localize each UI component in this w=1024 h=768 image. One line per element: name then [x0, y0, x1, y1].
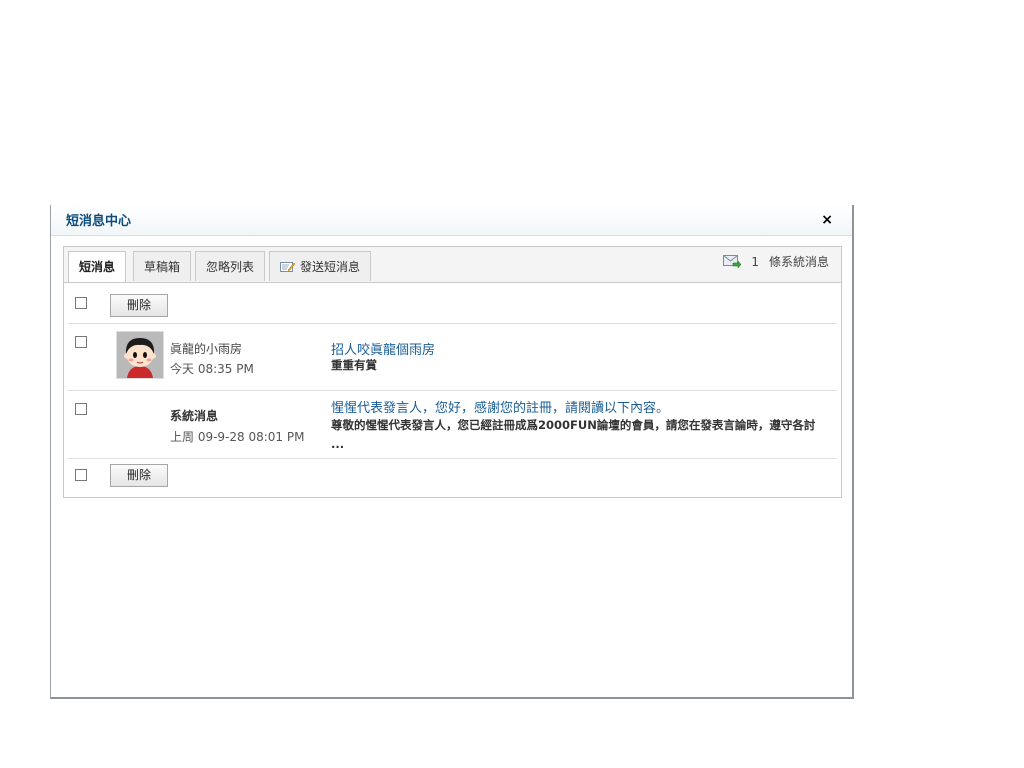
- delete-button[interactable]: 刪除: [110, 464, 168, 487]
- dialog-title: 短消息中心: [66, 214, 132, 229]
- message-row[interactable]: 眞龍的小雨房 今天 08:35 PM 招人咬眞龍個雨房 重重有賞: [64, 324, 841, 390]
- tab-label: 發送短消息: [300, 260, 361, 274]
- top-toolbar: 刪除: [64, 283, 841, 323]
- mail-icon: [723, 255, 742, 268]
- message-time: 上周 09-9-28 08:01 PM: [170, 430, 305, 444]
- delete-button[interactable]: 刪除: [110, 294, 168, 317]
- system-notice-count: 1: [751, 254, 759, 269]
- system-notice[interactable]: 1 條系統消息: [723, 253, 829, 270]
- dialog-header: 短消息中心 ×: [51, 205, 852, 236]
- system-notice-label: 條系統消息: [768, 255, 829, 269]
- avatar[interactable]: [116, 331, 164, 379]
- select-all-checkbox[interactable]: [75, 469, 87, 481]
- message-center-dialog: 短消息中心 × 短消息 草稿箱 忽略列表 發送短消息 1 條系統消息 刪除 眞龍…: [50, 205, 854, 699]
- message-panel: 短消息 草稿箱 忽略列表 發送短消息 1 條系統消息 刪除 眞龍的小雨房 今天 …: [63, 246, 842, 498]
- avatar-image: [117, 332, 163, 378]
- message-subject[interactable]: 惺惺代表發言人，您好，感謝您的註冊，請閱讀以下內容。: [331, 397, 669, 416]
- message-preview: 尊敬的惺惺代表發言人，您已經註冊成爲2000FUN論壇的會員，請您在發表言論時，…: [331, 418, 816, 451]
- message-time: 今天 08:35 PM: [170, 362, 254, 376]
- message-row[interactable]: 系統消息 上周 09-9-28 08:01 PM 惺惺代表發言人，您好，感謝您的…: [64, 391, 841, 458]
- close-button[interactable]: ×: [821, 213, 833, 227]
- message-preview: 重重有賞: [331, 358, 377, 372]
- tab-send-message[interactable]: 發送短消息: [269, 251, 372, 281]
- tab-label: 短消息: [79, 260, 116, 274]
- bottom-toolbar: 刪除: [64, 459, 841, 497]
- message-checkbox[interactable]: [75, 336, 87, 348]
- sender-name: 系統消息: [170, 409, 219, 423]
- select-all-checkbox[interactable]: [75, 297, 87, 309]
- tab-label: 草稿箱: [144, 260, 181, 274]
- tab-bar: 短消息 草稿箱 忽略列表 發送短消息 1 條系統消息: [64, 247, 841, 283]
- sender-name[interactable]: 眞龍的小雨房: [170, 340, 242, 357]
- compose-icon: [280, 262, 295, 272]
- tab-messages[interactable]: 短消息: [68, 251, 127, 282]
- message-checkbox[interactable]: [75, 403, 87, 415]
- tab-ignore-list[interactable]: 忽略列表: [195, 251, 266, 281]
- tab-drafts[interactable]: 草稿箱: [133, 251, 192, 281]
- tab-label: 忽略列表: [206, 260, 255, 274]
